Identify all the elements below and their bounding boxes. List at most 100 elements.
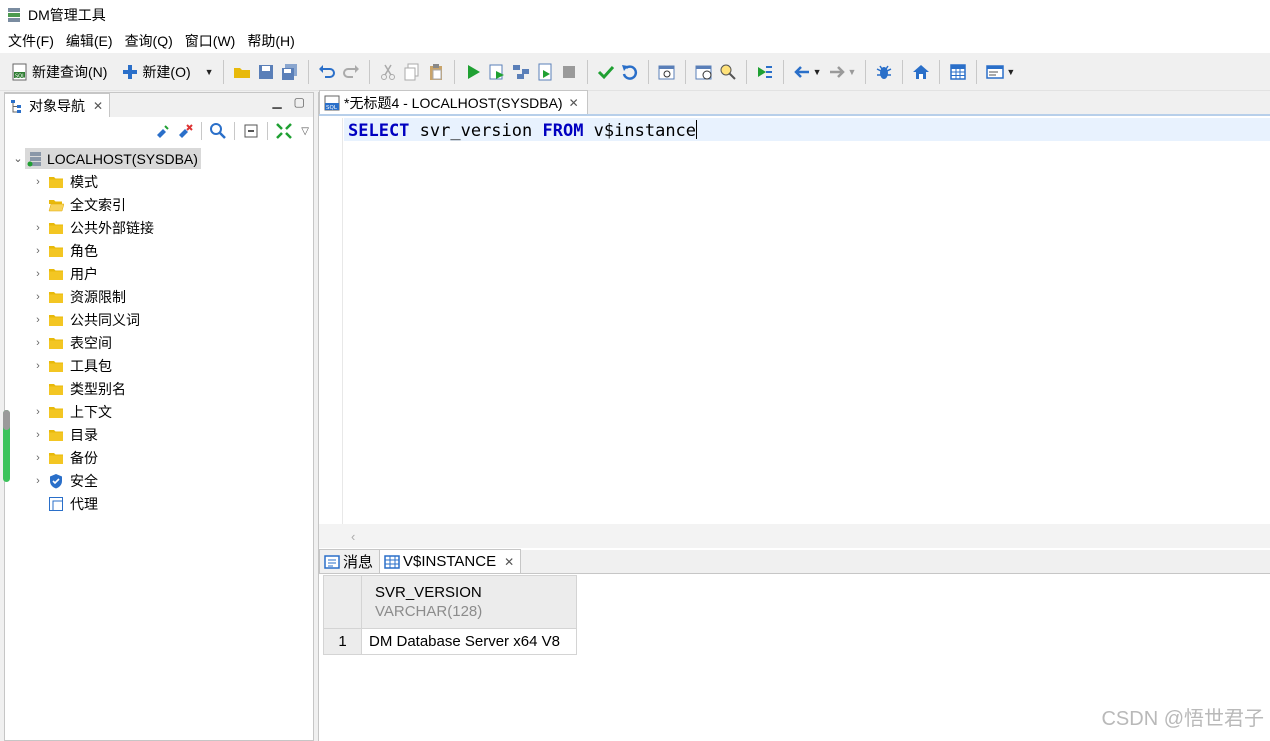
- stop-button[interactable]: [557, 59, 581, 85]
- chevron-right-icon[interactable]: ›: [31, 176, 45, 188]
- save-button[interactable]: [254, 59, 278, 85]
- tree-node[interactable]: › 资源限制: [5, 285, 313, 308]
- column-header[interactable]: SVR_VERSION VARCHAR(128): [361, 575, 577, 629]
- menu-window[interactable]: 窗口(W): [179, 29, 242, 53]
- search-icon[interactable]: [209, 122, 227, 140]
- calendar-search-icon: [658, 65, 675, 79]
- toolbar-separator: [368, 59, 370, 84]
- dropdown-arrow-icon[interactable]: ▼: [205, 67, 214, 77]
- undo-button[interactable]: [315, 59, 339, 85]
- forward-button[interactable]: ▼: [825, 59, 860, 85]
- new-query-button[interactable]: SQL 新建查询(N): [8, 59, 110, 85]
- folder-icon: [48, 404, 66, 420]
- save-all-button[interactable]: [278, 59, 302, 85]
- dropdown-arrow-icon[interactable]: ▼: [1006, 67, 1015, 77]
- menu-file[interactable]: 文件(F): [2, 29, 60, 53]
- horizontal-scrollbar[interactable]: ‹: [319, 524, 1270, 548]
- open-button[interactable]: [230, 59, 254, 85]
- chevron-right-icon[interactable]: ›: [31, 406, 45, 418]
- maximize-icon[interactable]: ▢: [294, 95, 305, 109]
- chevron-right-icon[interactable]: ›: [31, 429, 45, 441]
- tab-object-navigator[interactable]: 对象导航 ✕: [5, 93, 111, 117]
- dropdown-arrow-icon[interactable]: ▼: [813, 67, 822, 77]
- debug-step-button[interactable]: [753, 59, 777, 85]
- chevron-right-icon[interactable]: ›: [31, 337, 45, 349]
- tree-node-label: 资源限制: [70, 288, 126, 305]
- new-object-button[interactable]: 新建(O) ▼: [118, 59, 216, 85]
- tab-result-grid[interactable]: V$INSTANCE ✕: [379, 549, 522, 573]
- tree-node[interactable]: › 公共外部链接: [5, 216, 313, 239]
- folder-icon: [48, 174, 66, 190]
- expand-all-icon[interactable]: [275, 122, 293, 140]
- chevron-right-icon[interactable]: ›: [31, 314, 45, 326]
- tree-node[interactable]: › 备份: [5, 446, 313, 469]
- view-menu-icon[interactable]: ▽: [301, 126, 309, 137]
- menu-edit[interactable]: 编辑(E): [60, 29, 119, 53]
- collapse-all-icon[interactable]: [242, 122, 260, 140]
- back-button[interactable]: ▼: [790, 59, 825, 85]
- tree-node[interactable]: › 模式: [5, 170, 313, 193]
- chevron-right-icon[interactable]: ›: [31, 452, 45, 464]
- query-history-button[interactable]: [655, 59, 679, 85]
- run-file-button[interactable]: [533, 59, 557, 85]
- tab-sql-editor[interactable]: SQL *无标题4 - LOCALHOST(SYSDBA) ✕: [319, 90, 588, 114]
- chevron-right-icon[interactable]: ›: [31, 360, 45, 372]
- home-button[interactable]: [909, 59, 933, 85]
- row-number[interactable]: 1: [323, 628, 362, 655]
- debug-button[interactable]: [872, 59, 896, 85]
- code-editor[interactable]: SELECT svr_version FROM v$instance: [319, 118, 1270, 524]
- tree-node[interactable]: › 公共同义词: [5, 308, 313, 331]
- rollback-button[interactable]: [618, 59, 642, 85]
- minimize-icon[interactable]: ▁: [272, 95, 281, 109]
- connect-icon[interactable]: [154, 122, 172, 140]
- tree-node[interactable]: › 角色: [5, 239, 313, 262]
- run-icon: [467, 64, 480, 79]
- close-icon[interactable]: ✕: [504, 555, 514, 569]
- tree-node[interactable]: 类型别名: [5, 377, 313, 400]
- close-icon[interactable]: ✕: [569, 96, 579, 110]
- chevron-right-icon[interactable]: ›: [31, 475, 45, 487]
- copy-button[interactable]: [400, 59, 424, 85]
- tree-node[interactable]: › 目录: [5, 423, 313, 446]
- paste-button[interactable]: [424, 59, 448, 85]
- disconnect-icon[interactable]: [176, 122, 194, 140]
- toolbar-separator: [586, 59, 588, 84]
- chevron-right-icon[interactable]: ›: [31, 268, 45, 280]
- tree-node[interactable]: 代理: [5, 492, 313, 515]
- table-cell[interactable]: DM Database Server x64 V8: [361, 628, 577, 655]
- layout-button[interactable]: ▼: [983, 59, 1018, 85]
- table-row[interactable]: 1 DM Database Server x64 V8: [323, 628, 577, 655]
- run-button[interactable]: [461, 59, 485, 85]
- tree-node[interactable]: › 上下文: [5, 400, 313, 423]
- chevron-right-icon[interactable]: ›: [31, 222, 45, 234]
- commit-button[interactable]: [594, 59, 618, 85]
- sql-text[interactable]: SELECT svr_version FROM v$instance: [348, 120, 698, 141]
- sql-keyword: FROM: [542, 121, 584, 141]
- tree-node[interactable]: › 安全: [5, 469, 313, 492]
- toolbar-separator: [234, 122, 236, 140]
- search-sql-button[interactable]: [716, 59, 740, 85]
- explain-button[interactable]: [509, 59, 533, 85]
- close-icon[interactable]: ✕: [93, 99, 103, 113]
- chevron-right-icon[interactable]: ›: [31, 291, 45, 303]
- tree-node-label: 代理: [70, 495, 98, 512]
- grid-corner[interactable]: [323, 575, 362, 629]
- tree-node[interactable]: › 表空间: [5, 331, 313, 354]
- run-script-button[interactable]: [485, 59, 509, 85]
- tree-root-node[interactable]: ⌄ LOCALHOST(SYSDBA): [5, 147, 313, 170]
- chevron-down-icon[interactable]: ⌄: [11, 152, 25, 165]
- tree-node[interactable]: › 用户: [5, 262, 313, 285]
- menu-query[interactable]: 查询(Q): [119, 29, 179, 53]
- redo-button[interactable]: [339, 59, 363, 85]
- tree-root-selected[interactable]: LOCALHOST(SYSDBA): [25, 148, 201, 169]
- dropdown-arrow-icon[interactable]: ▼: [848, 67, 857, 77]
- scroll-left-icon[interactable]: ‹: [351, 529, 355, 544]
- tree-node[interactable]: 全文索引: [5, 193, 313, 216]
- tab-messages[interactable]: 消息: [319, 549, 381, 573]
- tree-node[interactable]: › 工具包: [5, 354, 313, 377]
- menu-help[interactable]: 帮助(H): [241, 29, 300, 53]
- schedule-button[interactable]: [692, 59, 716, 85]
- cut-button[interactable]: [376, 59, 400, 85]
- table-view-button[interactable]: [946, 59, 970, 85]
- chevron-right-icon[interactable]: ›: [31, 245, 45, 257]
